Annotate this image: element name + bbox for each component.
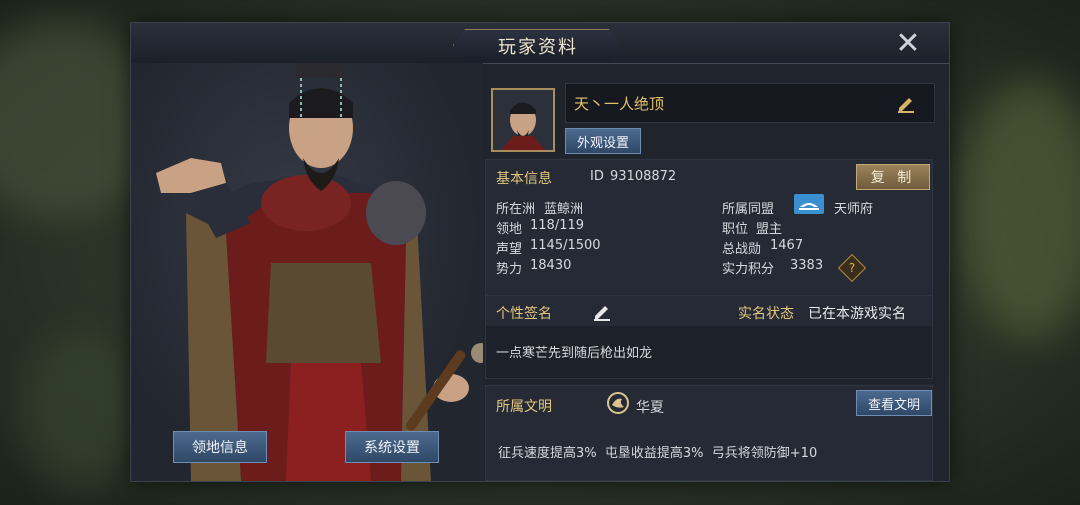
reputation-value: 1145/1500 bbox=[530, 238, 601, 253]
panel-header: 玩家资料 ✕ bbox=[131, 23, 949, 64]
basic-info-heading: 基本信息 bbox=[496, 171, 552, 187]
reputation-label: 声望 bbox=[496, 242, 523, 257]
power-label: 势力 bbox=[496, 262, 523, 277]
merit-value: 1467 bbox=[770, 238, 804, 253]
close-button[interactable]: ✕ bbox=[893, 29, 923, 59]
location-value: 蓝鲸洲 bbox=[544, 202, 584, 217]
strength-value: 3383 bbox=[790, 258, 824, 273]
alliance-flag-icon bbox=[794, 194, 824, 214]
basic-info-section: 基本信息 ID 93108872 复 制 所在洲 蓝鲸洲 领地 118/119 … bbox=[485, 159, 933, 303]
signature-heading: 个性签名 bbox=[496, 306, 552, 322]
player-name-field: 天丶一人绝顶 bbox=[565, 83, 935, 123]
alliance-value[interactable]: 天师府 bbox=[834, 198, 873, 217]
location-label: 所在洲 bbox=[496, 202, 536, 217]
character-portrait: 领地信息 系统设置 bbox=[131, 63, 483, 481]
signature-section: 个性签名 实名状态 已在本游戏实名 一点寒芒先到随后枪出如龙 bbox=[485, 295, 933, 379]
edit-name-icon[interactable] bbox=[896, 93, 916, 117]
power-value: 18430 bbox=[530, 258, 572, 273]
dragon-emblem-icon bbox=[606, 391, 630, 415]
id-value: 93108872 bbox=[610, 169, 677, 184]
appearance-settings-button[interactable]: 外观设置 bbox=[565, 128, 641, 154]
profile-info: 天丶一人绝顶 外观设置 基本信息 ID 93108872 复 制 所在洲 蓝鲸洲… bbox=[483, 63, 949, 481]
copy-id-button[interactable]: 复 制 bbox=[856, 164, 930, 190]
view-civilization-button[interactable]: 查看文明 bbox=[856, 390, 932, 416]
id-label: ID bbox=[590, 169, 604, 184]
territory-label: 领地 bbox=[496, 222, 523, 237]
avatar[interactable] bbox=[491, 88, 555, 152]
position-value: 盟主 bbox=[756, 222, 783, 237]
player-profile-panel: 玩家资料 ✕ 领地信息 系统设置 天丶一人绝顶 外观设置 基本信息 ID 931… bbox=[130, 22, 950, 482]
panel-title: 玩家资料 bbox=[453, 29, 621, 61]
edit-signature-icon[interactable] bbox=[592, 301, 612, 325]
signature-text: 一点寒芒先到随后枪出如龙 bbox=[496, 346, 653, 361]
position-label: 职位 bbox=[722, 222, 749, 237]
character-illustration bbox=[156, 63, 483, 481]
civilization-value: 华夏 bbox=[636, 400, 664, 416]
territory-info-button[interactable]: 领地信息 bbox=[173, 431, 267, 463]
civilization-heading: 所属文明 bbox=[496, 399, 552, 415]
player-name: 天丶一人绝顶 bbox=[574, 95, 665, 113]
territory-value: 118/119 bbox=[530, 218, 585, 233]
system-settings-button[interactable]: 系统设置 bbox=[345, 431, 439, 463]
strength-label: 实力积分 bbox=[722, 262, 775, 277]
background-map-field bbox=[960, 80, 1080, 340]
background-map-road bbox=[20, 330, 140, 490]
realname-value: 已在本游戏实名 bbox=[808, 306, 906, 322]
merit-label: 总战勋 bbox=[722, 242, 762, 257]
help-glyph: ? bbox=[848, 261, 856, 275]
civilization-bonus: 征兵速度提高3% 屯垦收益提高3% 弓兵将领防御+10 bbox=[498, 446, 818, 461]
realname-label: 实名状态 bbox=[738, 306, 794, 322]
alliance-label: 所属同盟 bbox=[722, 202, 775, 217]
help-icon[interactable]: ? bbox=[837, 253, 867, 283]
civilization-section: 所属文明 华夏 查看文明 征兵速度提高3% 屯垦收益提高3% 弓兵将领防御+10 bbox=[485, 385, 933, 481]
